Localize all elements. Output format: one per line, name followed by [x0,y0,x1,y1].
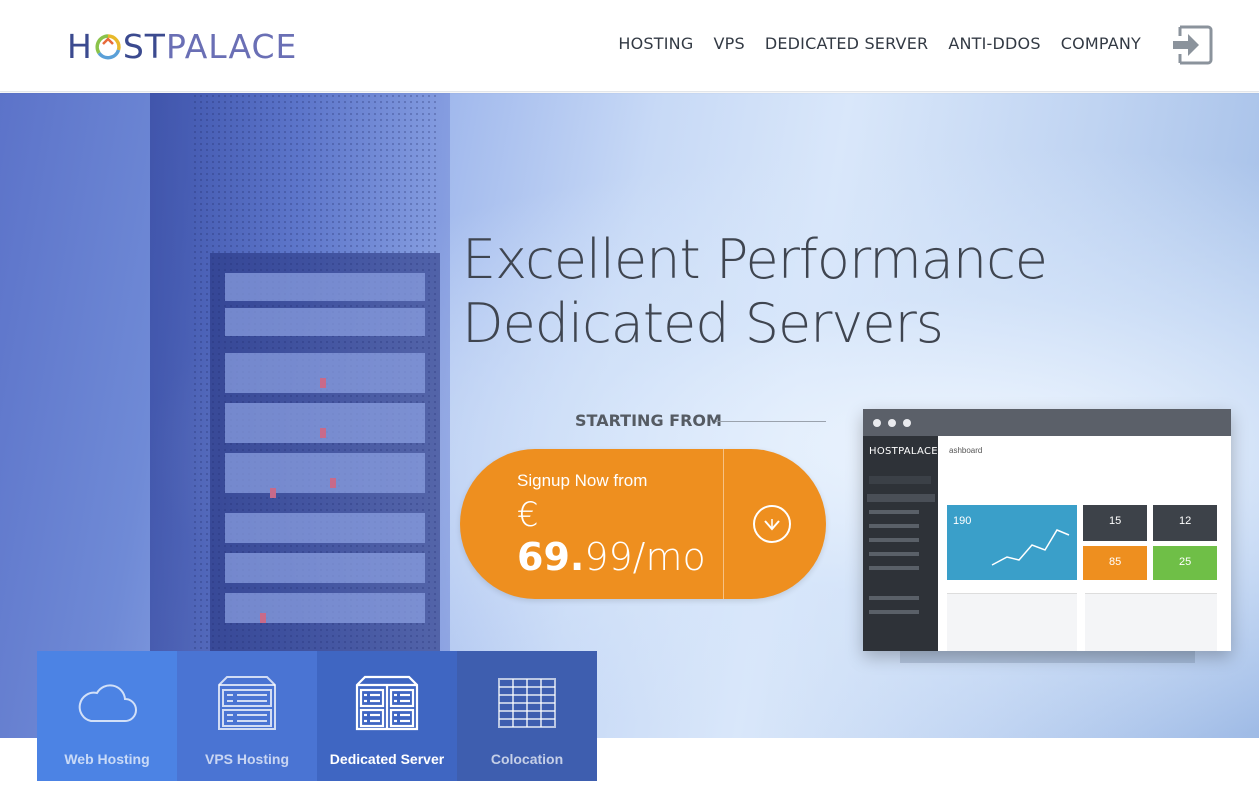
signup-cta-button[interactable]: Signup Now from € 69.99/mo [460,449,826,599]
dashboard-window-bar [863,409,1231,436]
stat-tile-value: 15 [1109,515,1122,527]
dashboard-preview: HOSTPALACE ashboard 190 15 12 85 25 [863,409,1231,651]
logo-text-palace: PALACE [165,26,298,66]
price-rest: 99/mo [584,535,706,579]
hero-title-line2: Dedicated Servers [462,292,944,355]
window-dot [903,419,911,427]
hero-banner: Excellent Performance Dedicated Servers … [0,93,1259,738]
stat-tile: 25 [1153,546,1217,580]
dashboard-logo-st: ST [885,446,899,457]
starting-from-text: STARTING FROM [575,411,722,430]
tab-dedicated-server[interactable]: Dedicated Server [317,651,457,781]
signup-text: Signup Now from [517,471,648,490]
chevron-down-circle-icon[interactable] [752,504,792,544]
cloud-icon [78,684,137,722]
stat-tile-value: 12 [1179,515,1192,527]
login-icon[interactable] [1170,21,1214,69]
stat-tile-value: 25 [1179,556,1192,568]
tab-label: VPS Hosting [204,751,289,767]
window-dot [873,419,881,427]
stat-tile-value: 190 [953,515,972,527]
dashboard-logo-h: H [869,446,877,457]
price-whole: 69. [517,535,585,579]
tab-label: Dedicated Server [329,751,445,767]
cta-divider [723,449,724,599]
dashboard-title: ashboard [949,446,983,455]
nav-vps[interactable]: VPS [713,34,744,53]
stat-tile-chart: 190 [947,505,1077,580]
dashboard-logo: HOSTPALACE [869,446,938,457]
logo-text-h: H [67,26,93,66]
site-header: H ST PALACE HOSTING VPS DEDICATED SERVER… [0,0,1259,92]
tab-label: Colocation [490,751,564,767]
stat-tile-value: 85 [1109,556,1122,568]
logo-o-ring-icon [95,34,121,60]
price: 69.99/mo [517,535,706,579]
tab-colocation[interactable]: Colocation [457,651,597,781]
dashboard-sidebar [863,436,938,651]
dashboard-logo-palace: PALACE [898,446,938,457]
service-tabs: Web Hosting VPS Hosting Dedicated Server… [37,651,597,781]
stat-tile: 85 [1083,546,1147,580]
colocation-rack-icon [498,678,556,728]
nav-company[interactable]: COMPANY [1061,34,1141,53]
vps-server-icon [218,676,276,730]
currency-symbol: € [517,495,539,535]
nav-anti-ddos[interactable]: ANTI-DDOS [948,34,1040,53]
window-dot [888,419,896,427]
starting-from-label: STARTING FROM [462,411,826,431]
stat-tile: 12 [1153,505,1217,541]
server-rack-image [150,93,450,738]
stat-tile: 15 [1083,505,1147,541]
tab-vps-hosting[interactable]: VPS Hosting [177,651,317,781]
dedicated-server-icon [355,675,419,731]
hero-title-line1: Excellent Performance [462,228,1048,291]
tab-web-hosting[interactable]: Web Hosting [37,651,177,781]
dashboard-stand [900,651,1195,663]
nav-dedicated-server[interactable]: DEDICATED SERVER [765,34,929,53]
main-nav: HOSTING VPS DEDICATED SERVER ANTI-DDOS C… [618,34,1141,53]
hostpalace-logo[interactable]: H ST PALACE [67,26,297,66]
starting-from-rule [716,421,826,422]
hero-title: Excellent Performance Dedicated Servers [462,228,1082,356]
nav-hosting[interactable]: HOSTING [618,34,693,53]
logo-text-st: ST [122,26,166,66]
tab-label: Web Hosting [64,751,150,767]
